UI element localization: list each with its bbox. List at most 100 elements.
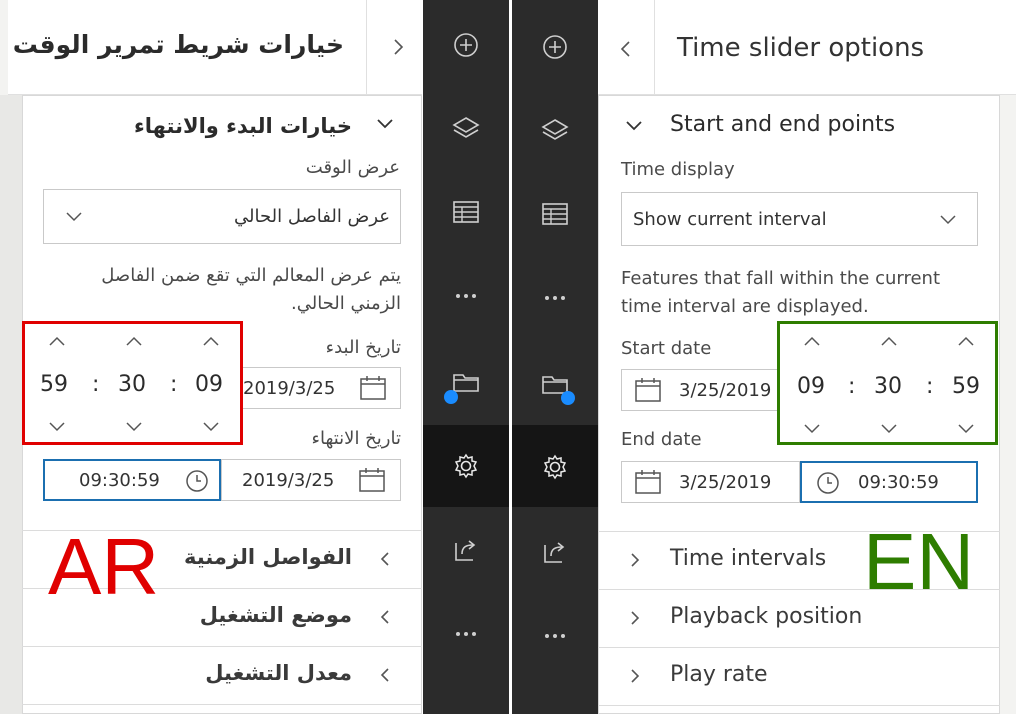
chevron-down-icon[interactable] <box>203 422 219 432</box>
settings-icon[interactable] <box>540 452 570 482</box>
chevron-up-icon[interactable] <box>804 336 820 346</box>
en-picker-hour[interactable]: 09 <box>797 374 825 399</box>
chevron-down-icon <box>66 212 82 222</box>
chevron-down-icon[interactable] <box>958 424 974 434</box>
chevron-down-icon[interactable] <box>126 422 142 432</box>
ar-end-time-input[interactable]: 09:30:59 <box>43 459 221 501</box>
chevron-up-icon[interactable] <box>203 336 219 346</box>
ar-time-display-label: عرض الوقت <box>305 157 400 178</box>
en-back-button[interactable] <box>598 0 654 95</box>
en-end-time-input[interactable]: 09:30:59 <box>800 461 978 503</box>
en-end-time-value: 09:30:59 <box>858 472 939 493</box>
en-time-display-label: Time display <box>621 159 735 180</box>
chevron-down-icon <box>940 215 956 225</box>
table-icon[interactable] <box>540 199 570 229</box>
ar-section-label: موضع التشغيل <box>199 603 352 627</box>
en-section-label: Playback position <box>670 604 863 629</box>
chevron-down-icon[interactable] <box>49 422 65 432</box>
chevron-up-icon[interactable] <box>49 336 65 346</box>
en-start-date-input[interactable]: 3/25/2019 <box>621 369 796 411</box>
en-picker-minute[interactable]: 30 <box>874 374 902 399</box>
ar-start-date-value: 2019/3/25 <box>243 378 336 399</box>
ar-section-label: معدل التشغيل <box>205 661 352 685</box>
share-icon[interactable] <box>540 537 570 567</box>
ar-picker-middle[interactable]: 30 <box>118 372 146 397</box>
ar-start-date-input[interactable]: 2019/3/25 <box>230 367 401 409</box>
divider <box>598 705 1000 706</box>
ar-picker-last[interactable]: 09 <box>195 372 223 397</box>
ar-language-tag: AR <box>48 522 160 611</box>
chevron-right-icon <box>631 669 640 683</box>
en-time-display-value: Show current interval <box>633 209 827 230</box>
ar-start-date-label: تاريخ البدء <box>325 337 401 358</box>
en-action-rail <box>512 0 598 714</box>
chevron-up-icon[interactable] <box>958 336 974 346</box>
chevron-left-icon <box>380 610 389 624</box>
chevron-up-icon[interactable] <box>126 336 142 346</box>
ar-picker-first[interactable]: 59 <box>40 372 68 397</box>
map-background <box>0 95 22 714</box>
ar-panel-title: خيارات شريط تمرير الوقت <box>12 30 344 59</box>
chevron-down-icon[interactable] <box>804 424 820 434</box>
en-section-start-end[interactable]: Start and end points <box>598 100 1000 150</box>
chevron-down-icon <box>626 121 642 131</box>
more-icon[interactable] <box>540 283 570 313</box>
divider <box>22 704 422 705</box>
en-end-date-input[interactable]: 3/25/2019 <box>621 461 800 503</box>
ar-action-rail <box>423 0 509 714</box>
en-section-play-rate[interactable]: Play rate <box>598 648 1000 704</box>
ar-picker-sep: : <box>92 372 100 397</box>
layers-icon[interactable] <box>451 113 481 143</box>
more-icon[interactable] <box>540 621 570 651</box>
ar-section-title: خيارات البدء والانتهاء <box>134 114 352 138</box>
ar-back-button[interactable] <box>374 0 422 95</box>
en-start-date-value: 3/25/2019 <box>679 380 772 401</box>
add-icon[interactable] <box>451 30 481 60</box>
ar-end-time-value: 09:30:59 <box>79 470 160 491</box>
ar-section-play-rate[interactable]: معدل التشغيل <box>22 647 422 703</box>
notification-dot <box>561 391 575 405</box>
ar-time-display-value: عرض الفاصل الحالي <box>234 206 390 227</box>
ar-end-date-input[interactable]: 2019/3/25 <box>221 459 401 501</box>
chevron-right-icon <box>631 553 640 567</box>
clock-icon <box>817 472 839 494</box>
en-picker-sep: : <box>848 374 856 399</box>
ar-section-start-end[interactable]: خيارات البدء والانتهاء <box>22 100 422 150</box>
chevron-up-icon[interactable] <box>881 336 897 346</box>
chevron-right-icon <box>394 39 404 55</box>
settings-icon[interactable] <box>451 451 481 481</box>
calendar-icon <box>635 470 661 494</box>
table-icon[interactable] <box>451 197 481 227</box>
en-panel-header: Time slider options <box>598 0 1016 95</box>
ar-end-date-value: 2019/3/25 <box>242 470 335 491</box>
share-icon[interactable] <box>451 535 481 565</box>
en-time-picker-popup: 09 : 30 : 59 <box>777 321 998 445</box>
en-description-line1: Features that fall within the current <box>621 268 940 289</box>
layers-icon[interactable] <box>540 115 570 145</box>
more-icon[interactable] <box>451 619 481 649</box>
chevron-down-icon <box>377 119 393 129</box>
chevron-left-icon <box>620 41 630 57</box>
en-section-label: Time intervals <box>670 546 827 571</box>
header-divider <box>654 0 655 95</box>
ar-section-label: الفواصل الزمنية <box>184 545 352 569</box>
calendar-icon <box>359 468 385 492</box>
chevron-down-icon[interactable] <box>881 424 897 434</box>
ar-time-picker-popup: 59 : 30 : 09 <box>22 321 243 445</box>
ar-end-date-label: تاريخ الانتهاء <box>311 428 402 449</box>
en-section-label: Play rate <box>670 662 768 687</box>
en-description-line2: time interval are displayed. <box>621 296 869 317</box>
ar-time-display-select[interactable]: عرض الفاصل الحالي <box>43 189 401 244</box>
en-start-date-label: Start date <box>621 338 712 359</box>
more-icon[interactable] <box>451 281 481 311</box>
ar-description-line1: يتم عرض المعالم التي تقع ضمن الفاصل <box>101 265 401 286</box>
en-time-display-select[interactable]: Show current interval <box>621 192 978 246</box>
add-icon[interactable] <box>540 32 570 62</box>
ar-description-line2: الزمني الحالي. <box>290 293 401 314</box>
en-end-date-label: End date <box>621 429 702 450</box>
en-end-date-value: 3/25/2019 <box>679 472 772 493</box>
en-language-tag: EN <box>863 517 975 606</box>
map-background <box>0 0 8 95</box>
en-picker-second[interactable]: 59 <box>952 374 980 399</box>
en-panel-title: Time slider options <box>677 33 925 63</box>
